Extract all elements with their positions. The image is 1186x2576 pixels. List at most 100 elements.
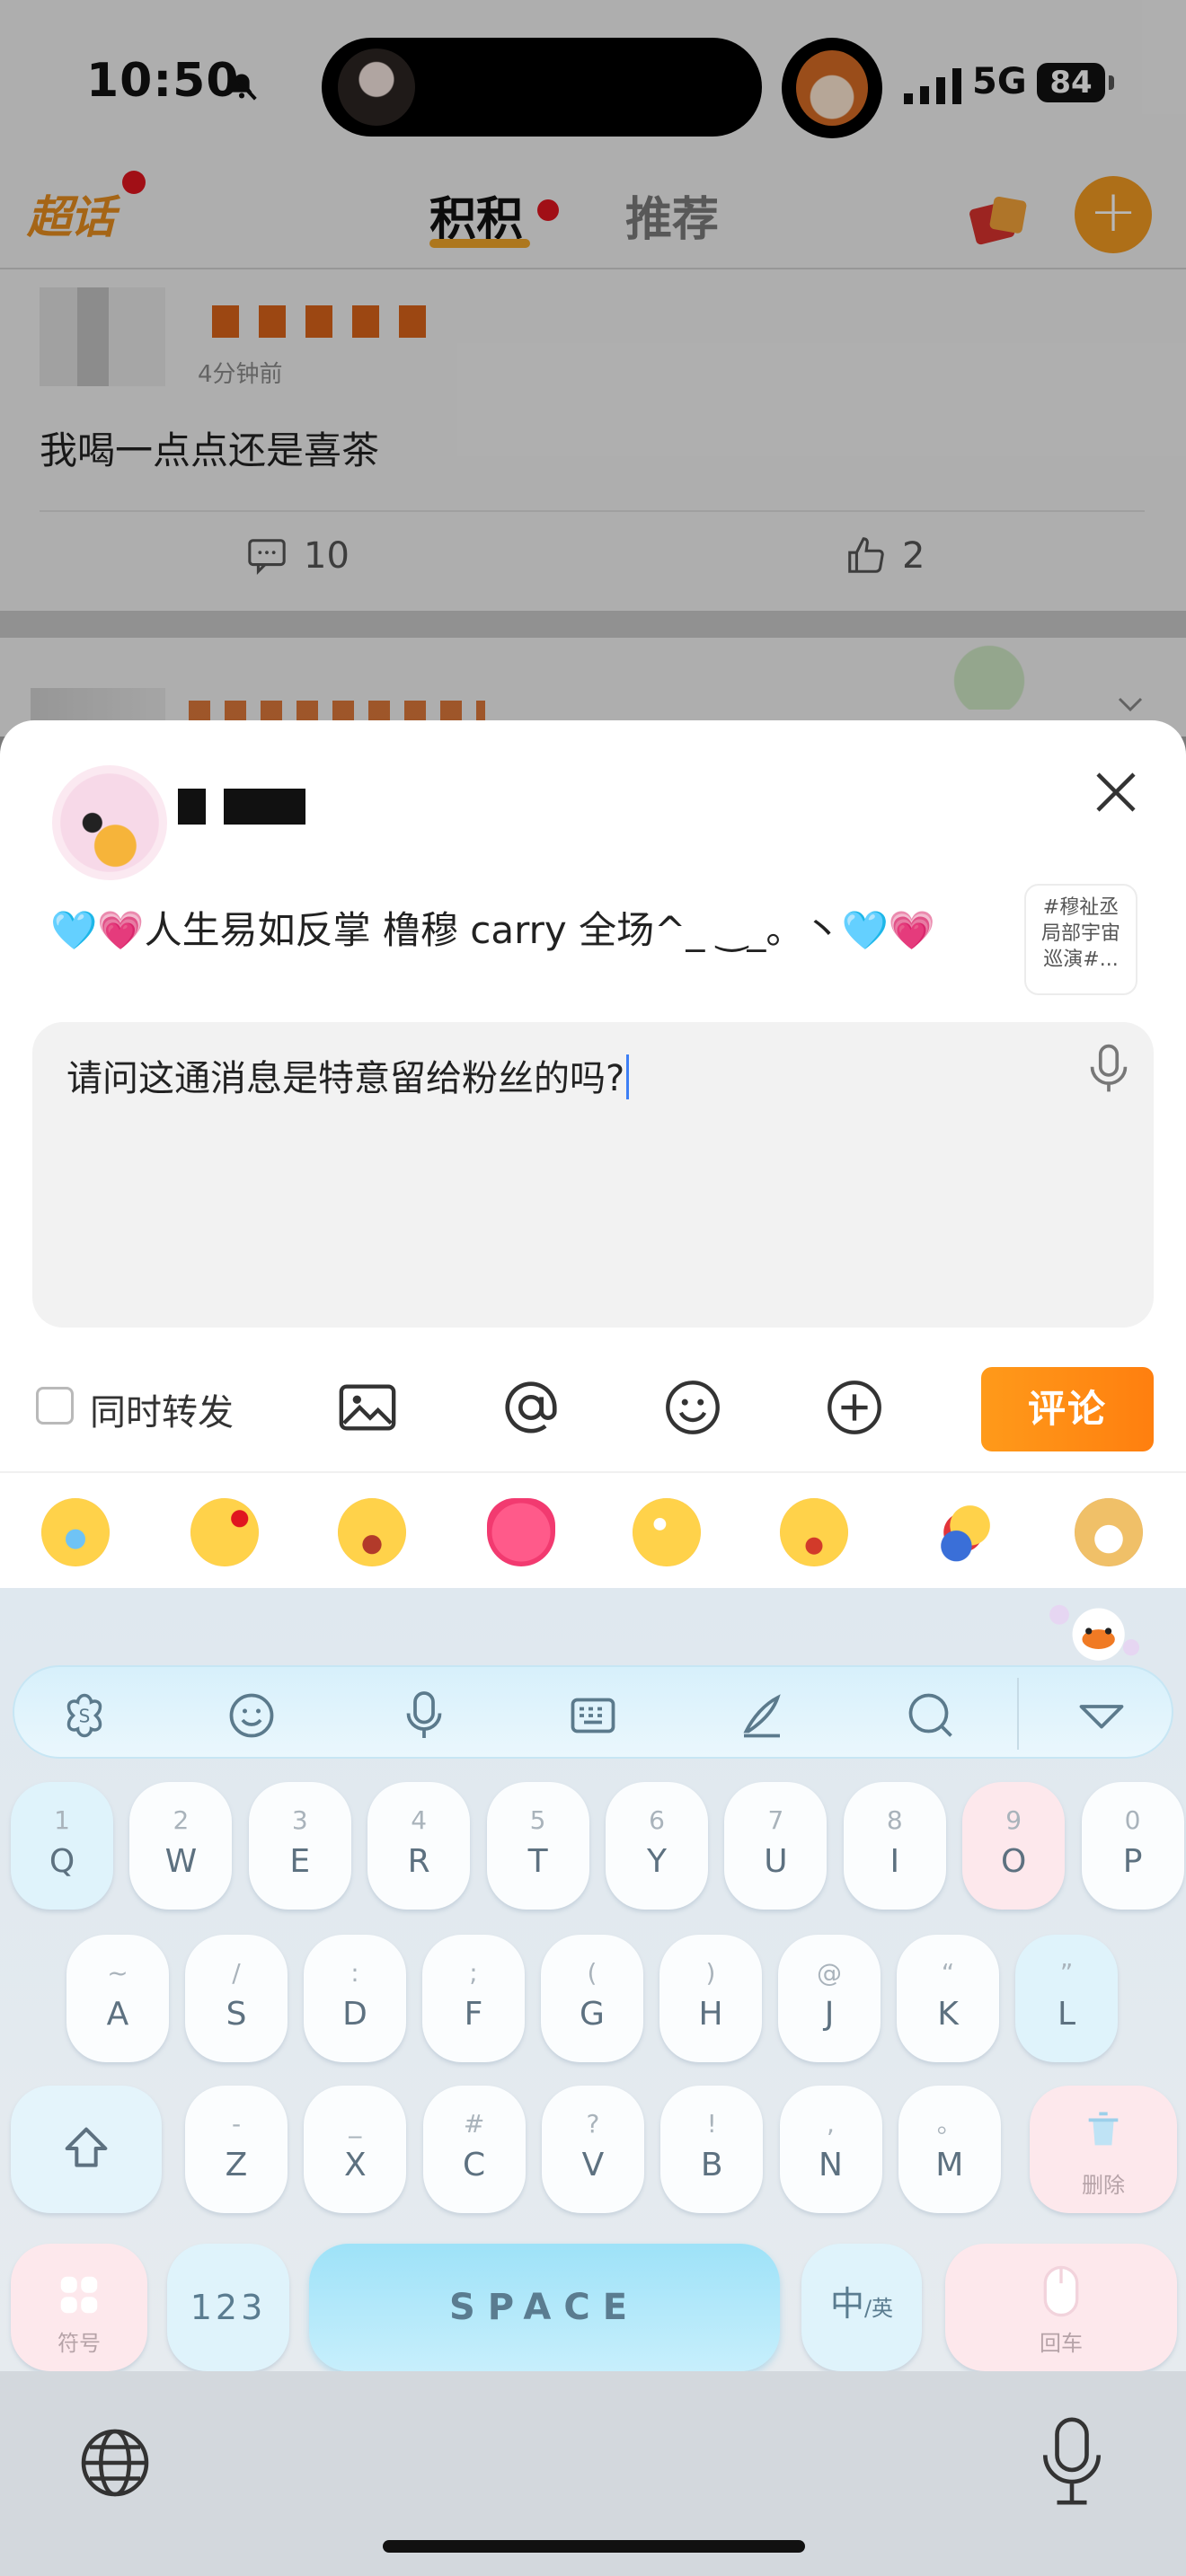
image-icon[interactable]	[336, 1376, 399, 1439]
key-t[interactable]: 5T	[486, 1782, 589, 1910]
repost-checkbox[interactable]	[36, 1387, 74, 1425]
emoji-crying[interactable]	[41, 1498, 110, 1566]
key-n[interactable]: ,N	[779, 2086, 882, 2213]
key-secondary-label: 2	[173, 1805, 190, 1835]
plus-circle-icon[interactable]	[823, 1376, 886, 1439]
microphone-icon[interactable]	[1084, 1042, 1134, 1096]
key-o[interactable]: 9O	[962, 1782, 1066, 1910]
key-secondary-label: 。	[936, 2109, 962, 2139]
key-g[interactable]: (G	[541, 1935, 643, 2062]
emoji-icon[interactable]	[661, 1376, 724, 1439]
shift-key[interactable]	[11, 2086, 162, 2213]
key-r[interactable]: 4R	[367, 1782, 471, 1910]
numbers-key[interactable]: 123	[167, 2244, 289, 2371]
key-secondary-label: :	[350, 1958, 359, 1988]
language-switch-key[interactable]: 中/英	[801, 2244, 922, 2371]
submit-comment-button[interactable]: 评论	[981, 1367, 1154, 1451]
emoji-question[interactable]	[190, 1498, 259, 1566]
space-key[interactable]: SPACE	[309, 2244, 780, 2371]
key-secondary-label: ,	[827, 2109, 835, 2139]
voice-input-icon[interactable]	[397, 1689, 451, 1742]
delete-key[interactable]: 删除	[1030, 2086, 1177, 2213]
key-primary-label: U	[764, 1843, 788, 1880]
key-l[interactable]: ” L	[1015, 1935, 1118, 2062]
key-secondary-label: _	[349, 2109, 362, 2139]
key-x[interactable]: _ X	[304, 2086, 407, 2213]
comment-sheet: 🩵💗人生易如反掌 橹穆 carry 全场^_ ‿_。丶🩵💗 #穆祉丞局部宇宙巡演…	[0, 720, 1186, 1588]
key-primary-label: O	[1001, 1843, 1027, 1880]
user-avatar	[52, 765, 167, 880]
key-u[interactable]: 7U	[724, 1782, 828, 1910]
emoji-nosebleed[interactable]	[780, 1498, 848, 1566]
key-h[interactable]: ) H	[659, 1935, 762, 2062]
key-k[interactable]: “K	[897, 1935, 999, 2062]
key-primary-label: D	[342, 1996, 367, 2033]
keyboard-skin-icon[interactable]: S	[58, 1689, 111, 1742]
key-m[interactable]: 。 M	[898, 2086, 1001, 2213]
keyboard-layout-icon[interactable]	[566, 1689, 620, 1742]
symbol-key[interactable]: 符号	[11, 2244, 147, 2371]
keyboard-mascot[interactable]	[1046, 1595, 1145, 1667]
emoji-laugh-tears[interactable]	[338, 1498, 406, 1566]
key-secondary-label: (	[587, 1958, 597, 1988]
comment-input-text[interactable]: 请问这通消息是特意留给粉丝的吗?	[66, 1049, 630, 1101]
key-i[interactable]: 8I	[843, 1782, 946, 1910]
language-chinese: 中	[829, 2284, 864, 2324]
emoji-eye-roll[interactable]	[633, 1498, 701, 1566]
heart-emoji-suffix: 🩵💗	[841, 908, 936, 952]
key-s[interactable]: / S	[185, 1935, 288, 2062]
key-f[interactable]: ; F	[422, 1935, 525, 2062]
key-secondary-label: -	[231, 2109, 242, 2139]
key-e[interactable]: 3E	[248, 1782, 351, 1910]
enter-key[interactable]: 回车	[945, 2244, 1177, 2371]
key-q[interactable]: 1Q	[11, 1782, 113, 1910]
key-primary-label: E	[289, 1843, 311, 1880]
key-secondary-label: ”	[1059, 1958, 1074, 1988]
emoji-doge[interactable]	[1075, 1498, 1143, 1566]
key-primary-label: R	[407, 1843, 430, 1880]
soft-keyboard: S 1Q2W3E4R5T6Y7U8I9O0P ~ A / S: D; F(G) H @ J “K”…	[0, 1588, 1186, 2371]
key-secondary-label: !	[706, 2109, 717, 2139]
comment-input[interactable]: 请问这通消息是特意留给粉丝的吗?	[32, 1022, 1154, 1328]
emoji-heart[interactable]	[487, 1498, 555, 1566]
key-primary-label: F	[464, 1996, 483, 2033]
key-w[interactable]: 2W	[129, 1782, 233, 1910]
key-secondary-label: #	[463, 2109, 485, 2139]
collapse-keyboard-icon[interactable]	[1075, 1689, 1128, 1742]
key-primary-label: H	[698, 1996, 723, 2033]
emoji-hug[interactable]	[929, 1498, 997, 1566]
globe-icon[interactable]	[77, 2425, 153, 2501]
close-icon[interactable]	[1089, 765, 1143, 819]
key-j[interactable]: @ J	[778, 1935, 881, 2062]
key-primary-label: Z	[225, 2147, 248, 2183]
home-indicator[interactable]	[383, 2540, 805, 2553]
mouse-icon	[1043, 2265, 1079, 2317]
key-c[interactable]: # C	[422, 2086, 526, 2213]
key-v[interactable]: ? V	[541, 2086, 644, 2213]
key-primary-label: A	[106, 1996, 129, 2033]
symbol-grid-icon	[60, 2276, 98, 2314]
key-secondary-label: “	[941, 1958, 955, 1988]
quoted-post-body: 人生易如反掌 橹穆 carry 全场^_ ‿_。丶	[144, 908, 842, 952]
key-y[interactable]: 6Y	[606, 1782, 708, 1910]
key-z[interactable]: -Z	[185, 2086, 288, 2213]
symbol-label: 符号	[58, 2331, 101, 2356]
delete-label: 删除	[1082, 2173, 1125, 2198]
key-primary-label: I	[890, 1843, 900, 1880]
search-icon[interactable]	[904, 1689, 958, 1742]
toolbar-separator	[1017, 1678, 1019, 1750]
key-primary-label: P	[1122, 1843, 1143, 1880]
key-primary-label: Y	[647, 1843, 667, 1880]
dictation-mic-icon[interactable]	[1042, 2416, 1102, 2506]
key-p[interactable]: 0P	[1081, 1782, 1184, 1910]
handwriting-icon[interactable]	[735, 1689, 789, 1742]
key-primary-label: C	[463, 2147, 486, 2183]
emoji-plus-icon[interactable]	[225, 1689, 279, 1742]
key-d[interactable]: :D	[304, 1935, 406, 2062]
repost-label[interactable]: 同时转发	[90, 1383, 234, 1435]
key-b[interactable]: ! B	[660, 2086, 764, 2213]
key-a[interactable]: ~ A	[66, 1935, 169, 2062]
key-secondary-label: ?	[586, 2109, 600, 2139]
topic-card[interactable]: #穆祉丞局部宇宙巡演#...	[1024, 884, 1137, 995]
at-mention-icon[interactable]	[500, 1376, 562, 1439]
